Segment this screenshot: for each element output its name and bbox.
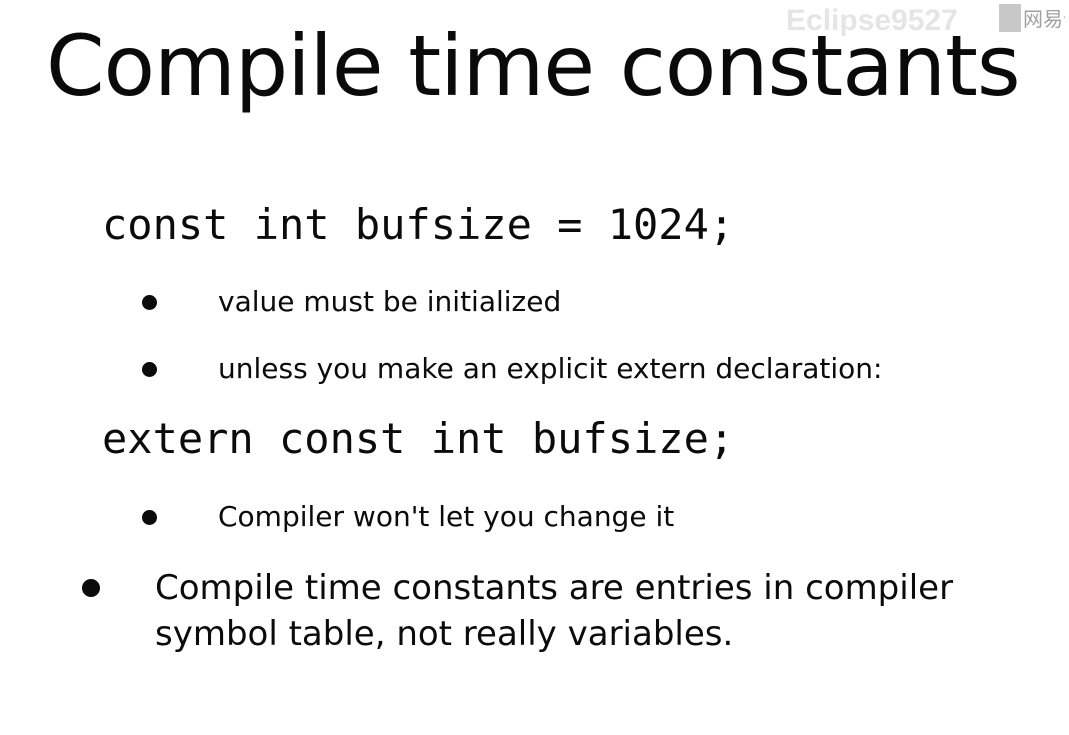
sub-bullet-text: Compiler won't let you change it (218, 500, 675, 533)
code-line-extern-declaration: extern const int bufsize; (102, 414, 735, 463)
main-bullet-item: Compile time constants are entries in co… (0, 565, 1069, 665)
sub-bullet-item: unless you make an explicit extern decla… (0, 352, 1069, 392)
bullet-dot-icon (82, 579, 100, 597)
bullet-dot-icon (142, 295, 157, 310)
code-line-const-declaration: const int bufsize = 1024; (102, 200, 735, 249)
main-bullet-line-1: Compile time constants are entries in co… (155, 568, 954, 608)
sub-bullet-text: value must be initialized (218, 285, 562, 318)
bullet-dot-icon (142, 362, 157, 377)
slide-title: Compile time constants (46, 17, 1021, 115)
bullet-dot-icon (142, 510, 157, 525)
sub-bullet-item: value must be initialized (0, 285, 1069, 325)
sub-bullet-item: Compiler won't let you change it (0, 500, 1069, 540)
main-bullet-line-2: symbol table, not really variables. (155, 614, 734, 654)
sub-bullet-text: unless you make an explicit extern decla… (218, 352, 883, 385)
svg-text:网易云: 网易云 (1023, 7, 1065, 31)
slide: Eclipse9527 网易云 Compile time constants c… (0, 0, 1069, 735)
